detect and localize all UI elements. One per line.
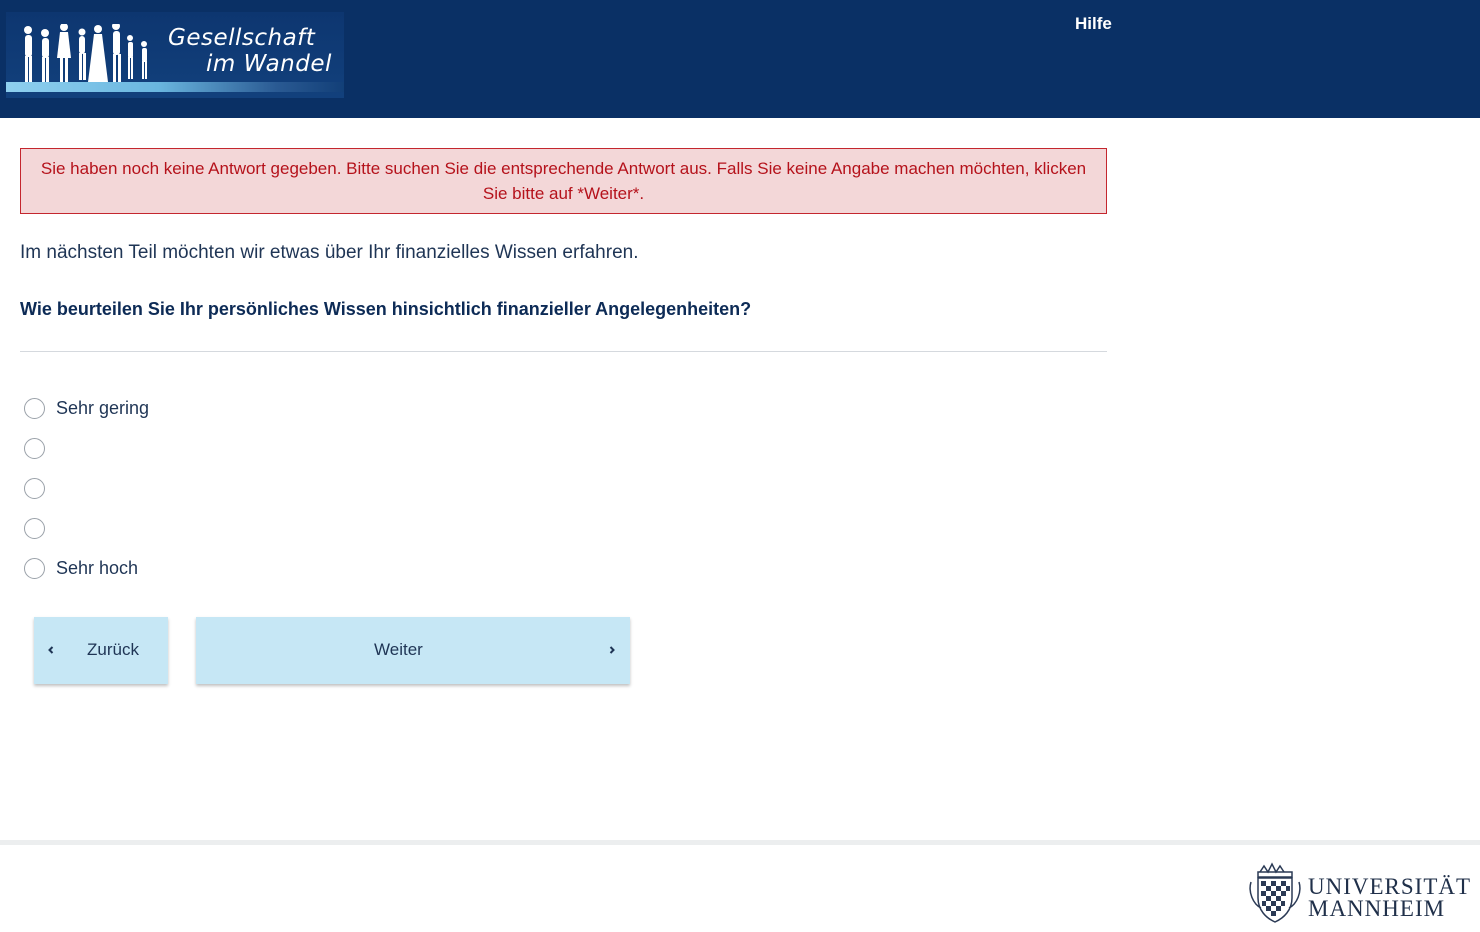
logo-line-1: Gesellschaft: [168, 25, 316, 51]
site-header: Gesellschaft im Wandel Hilfe: [0, 0, 1480, 118]
error-alert: Sie haben noch keine Antwort gegeben. Bi…: [20, 148, 1107, 214]
radio-button[interactable]: [24, 437, 45, 459]
footer-divider: [0, 840, 1480, 845]
option-2[interactable]: [24, 428, 149, 468]
radio-button[interactable]: [24, 397, 45, 419]
divider: [20, 351, 1107, 352]
university-line-2: MANNHEIM: [1308, 896, 1446, 921]
back-button-label: Zurück: [87, 640, 139, 659]
chevron-left-icon: [48, 646, 54, 654]
radio-button[interactable]: [24, 477, 45, 499]
option-label[interactable]: Sehr gering: [56, 398, 149, 419]
intro-text: Im nächsten Teil möchten wir etwas über …: [20, 242, 639, 263]
option-4[interactable]: [24, 508, 149, 548]
logo-line-2: im Wandel: [206, 51, 332, 77]
option-1[interactable]: Sehr gering: [24, 388, 149, 428]
radio-button[interactable]: [24, 557, 45, 579]
next-button[interactable]: Weiter: [196, 617, 630, 684]
gesellschaft-im-wandel-logo: Gesellschaft im Wandel: [6, 12, 344, 98]
help-link[interactable]: Hilfe: [1075, 14, 1112, 34]
option-5[interactable]: Sehr hoch: [24, 548, 149, 588]
back-button[interactable]: Zurück: [34, 617, 168, 684]
university-name: UNIVERSITÄT MANNHEIM: [1308, 874, 1472, 921]
chevron-right-icon: [609, 646, 615, 654]
question-text: Wie beurteilen Sie Ihr persönliches Wiss…: [20, 299, 752, 319]
university-mannheim-logo: UNIVERSITÄT MANNHEIM: [1246, 858, 1476, 926]
option-label[interactable]: Sehr hoch: [56, 558, 138, 579]
university-line-1: UNIVERSITÄT: [1308, 874, 1472, 899]
logo-stripe: [6, 82, 344, 92]
radio-button[interactable]: [24, 517, 45, 539]
next-button-label: Weiter: [374, 640, 423, 659]
logo-wordmark: Gesellschaft im Wandel: [166, 25, 332, 77]
answer-options: Sehr gering Sehr hoch: [24, 388, 149, 588]
option-3[interactable]: [24, 468, 149, 508]
university-crest-icon: [1249, 862, 1301, 923]
